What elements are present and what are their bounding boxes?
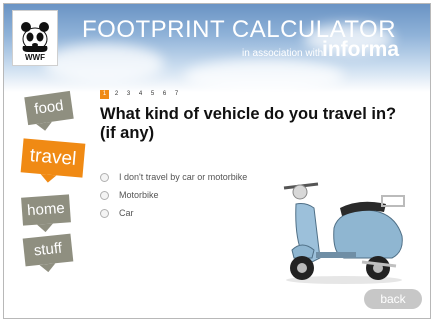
option-label: I don't travel by car or motorbike xyxy=(119,172,248,182)
wwf-logo: WWF xyxy=(12,10,58,66)
panda-icon xyxy=(21,22,49,52)
tag-pointer xyxy=(39,173,57,184)
sidebar-item-stuff[interactable]: stuff xyxy=(22,233,74,273)
cloud-decoration xyxy=(184,59,344,92)
option-no-vehicle[interactable]: I don't travel by car or motorbike xyxy=(100,172,247,182)
step-1[interactable]: 1 xyxy=(100,90,109,99)
sidebar-item-food[interactable]: food xyxy=(24,90,74,132)
step-7[interactable]: 7 xyxy=(172,90,181,99)
step-5[interactable]: 5 xyxy=(148,90,157,99)
option-label: Car xyxy=(119,208,134,218)
step-3[interactable]: 3 xyxy=(124,90,133,99)
scooter-icon xyxy=(283,182,405,284)
back-button[interactable]: back xyxy=(364,289,422,309)
tag-pointer xyxy=(36,121,54,132)
cloud-decoration xyxy=(44,44,164,84)
sidebar-item-label: food xyxy=(33,97,65,118)
tag-pointer xyxy=(39,263,57,273)
partner-logo: informa xyxy=(322,38,400,61)
tag-pointer xyxy=(37,223,54,233)
option-motorbike[interactable]: Motorbike xyxy=(100,190,159,200)
radio-button[interactable] xyxy=(100,190,109,200)
partner-prefix: in association with xyxy=(242,48,324,59)
sidebar-item-label: home xyxy=(26,199,66,220)
step-indicator: 1 2 3 4 5 6 7 xyxy=(100,90,184,99)
step-6[interactable]: 6 xyxy=(160,90,169,99)
option-label: Motorbike xyxy=(119,190,159,200)
step-2[interactable]: 2 xyxy=(112,90,121,99)
sidebar-item-travel[interactable]: travel xyxy=(20,138,86,184)
header-banner: WWF FOOTPRINT CALCULATOR in association … xyxy=(4,4,430,92)
logo-text: WWF xyxy=(25,53,45,62)
sidebar-item-label: stuff xyxy=(33,239,63,260)
step-4[interactable]: 4 xyxy=(136,90,145,99)
app-window: WWF FOOTPRINT CALCULATOR in association … xyxy=(3,3,431,319)
option-car[interactable]: Car xyxy=(100,208,134,218)
question-heading: What kind of vehicle do you travel in? (… xyxy=(100,105,397,142)
radio-button[interactable] xyxy=(100,208,109,218)
sidebar-item-home[interactable]: home xyxy=(21,194,71,233)
radio-button[interactable] xyxy=(100,172,109,182)
sidebar-item-label: travel xyxy=(28,145,78,170)
